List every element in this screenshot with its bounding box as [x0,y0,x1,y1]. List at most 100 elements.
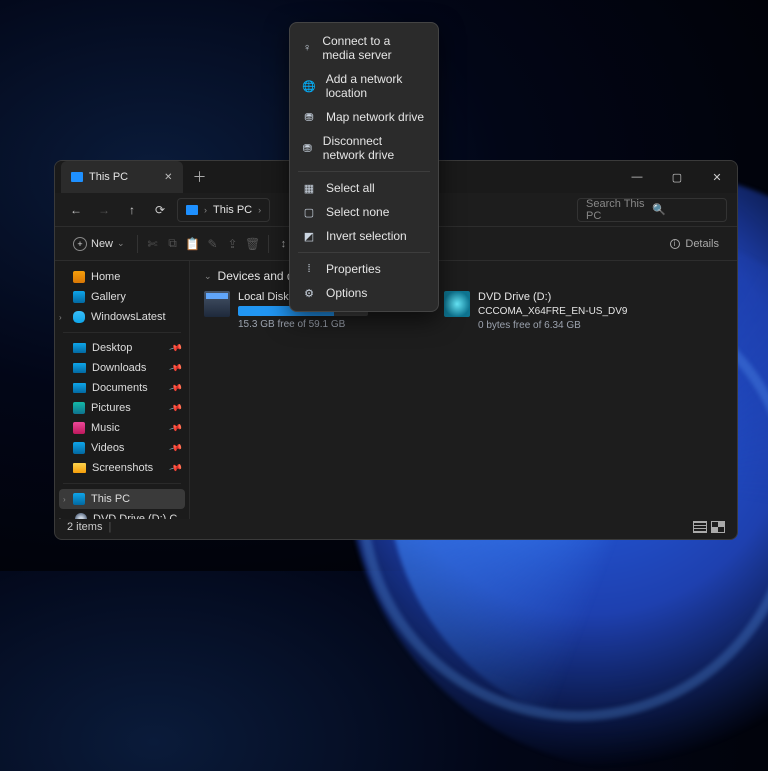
active-tab[interactable]: This PC ✕ [61,161,183,193]
pin-icon: 📌 [168,340,183,355]
home-icon [73,271,85,283]
forward-button[interactable]: → [93,199,115,221]
group-header-devices[interactable]: ⌄ Devices and drives [204,269,723,283]
drive-dvd-d[interactable]: DVD Drive (D:) CCCOMA_X64FRE_EN-US_DV9 0… [444,291,664,331]
copy-icon[interactable]: ⧉ [164,236,182,251]
menu-item-invert-selection[interactable]: ◩Invert selection [290,224,438,248]
menu-label: Connect to a media server [322,34,426,62]
menu-item-disconnect-drive[interactable]: ⛃Disconnect network drive [290,129,438,167]
details-pane-button[interactable]: Details [664,234,725,254]
item-count: 2 items [67,521,102,533]
sidebar-item-this-pc[interactable]: › This PC [59,489,185,509]
menu-label: Options [326,286,367,300]
divider [268,235,269,253]
folder-icon [73,422,85,434]
divider: | [108,521,111,533]
details-label: Details [685,238,719,250]
close-window-button[interactable] [697,161,737,193]
search-input[interactable]: Search This PC 🔍 [577,198,727,222]
cloud-icon [73,311,85,323]
menu-item-options[interactable]: ⚙ Options [290,281,438,305]
refresh-button[interactable]: ⟳ [149,199,171,221]
navigation-sidebar: Home Gallery ›WindowsLatest Desktop 📌 Dow… [55,261,190,519]
new-button[interactable]: + New ⌄ [67,233,131,255]
window-controls [617,161,737,193]
new-tab-button[interactable]: ＋ [193,167,207,187]
info-icon [670,239,680,249]
sidebar-item-label: Home [91,271,120,283]
back-button[interactable]: ← [65,199,87,221]
chevron-right-icon[interactable]: › [63,495,66,504]
menu-item-properties[interactable]: ⁞Properties [290,257,438,281]
content-pane: ⌄ Devices and drives Local Disk (C:) 15.… [190,261,737,519]
pin-icon: 📌 [168,380,183,395]
folder-icon [73,343,86,353]
pin-icon: 📌 [168,400,183,415]
breadcrumb[interactable]: › This PC › [177,198,270,222]
divider [298,252,430,253]
menu-label: Add a network location [326,72,426,100]
drive-disconnect-icon: ⛃ [302,142,313,155]
delete-icon[interactable]: 🗑 [244,237,262,251]
paste-icon[interactable]: 📋 [184,237,202,251]
sidebar-item-windowslatest[interactable]: ›WindowsLatest [55,307,189,327]
sidebar-item-screenshots[interactable]: Screenshots📌 [55,458,189,478]
sidebar-item-label: Documents [92,382,148,394]
maximize-button[interactable] [657,161,697,193]
divider [137,235,138,253]
drive-volume-label: CCCOMA_X64FRE_EN-US_DV9 [478,306,628,317]
sidebar-item-home[interactable]: Home [55,267,189,287]
sidebar-item-music[interactable]: Music📌 [55,418,189,438]
properties-icon: ⁞ [302,263,316,275]
gallery-icon [73,291,85,303]
sidebar-item-label: Screenshots [92,462,153,474]
pin-icon: 📌 [168,440,183,455]
search-placeholder: Search This PC [586,198,652,222]
drive-icon: ⛃ [302,111,316,124]
select-none-icon: ▢ [302,206,316,219]
menu-label: Map network drive [326,110,424,124]
drive-status: 0 bytes free of 6.34 GB [478,320,628,331]
menu-item-media-server[interactable]: ♀ Connect to a media server [290,29,438,67]
disc-icon [444,291,470,317]
chevron-down-icon: ⌄ [204,271,212,282]
media-icon: ♀ [302,42,312,54]
menu-label: Invert selection [326,229,407,243]
thumbnails-view-button[interactable] [711,521,725,533]
menu-item-add-network-location[interactable]: 🌐Add a network location [290,67,438,105]
folder-icon [73,402,85,414]
sidebar-item-label: Desktop [92,342,132,354]
menu-label: Select none [326,205,389,219]
folder-icon [73,463,86,473]
sidebar-item-documents[interactable]: Documents 📌 [55,378,189,398]
close-tab-icon[interactable]: ✕ [164,172,172,183]
details-view-button[interactable] [693,521,707,533]
menu-item-select-none[interactable]: ▢ Select none [290,200,438,224]
menu-item-map-network-drive[interactable]: ⛃ Map network drive [290,105,438,129]
sidebar-item-downloads[interactable]: Downloads📌 [55,358,189,378]
menu-label: Select all [326,181,375,195]
sidebar-item-label: This PC [91,493,130,505]
sidebar-item-desktop[interactable]: Desktop 📌 [55,338,189,358]
folder-icon [73,442,85,454]
sidebar-item-gallery[interactable]: Gallery [55,287,189,307]
menu-item-select-all[interactable]: ▦Select all [290,176,438,200]
sidebar-item-videos[interactable]: Videos📌 [55,438,189,458]
folder-icon [73,363,86,373]
status-bar: 2 items | [59,517,733,537]
gear-icon: ⚙ [302,287,316,300]
chevron-down-icon: ⌄ [117,238,125,249]
chevron-right-icon[interactable]: › [59,313,62,322]
sort-icon: ↕ [281,238,287,250]
pin-icon: 📌 [168,420,183,435]
minimize-button[interactable] [617,161,657,193]
this-pc-icon [71,172,83,182]
pin-icon: 📌 [168,360,183,375]
cut-icon[interactable]: ✄ [144,237,162,251]
share-icon[interactable]: ⇪ [224,237,242,251]
sidebar-item-label: Gallery [91,291,126,303]
up-button[interactable]: ↑ [121,199,143,221]
rename-icon[interactable]: ✎ [204,237,222,251]
this-pc-icon [73,493,85,505]
sidebar-item-pictures[interactable]: Pictures📌 [55,398,189,418]
